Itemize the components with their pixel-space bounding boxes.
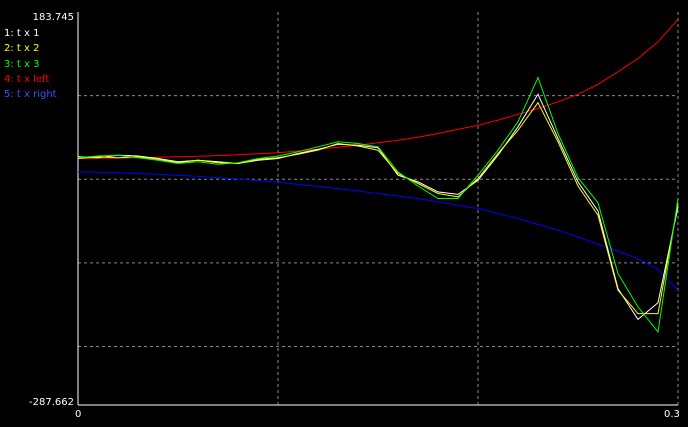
legend-entry-3: 3: t x 3 [4, 58, 40, 70]
chart-plot [77, 12, 679, 406]
legend-entry-5: 5: t x right [4, 89, 57, 101]
x-tick-label-end: 0.3 [664, 409, 680, 420]
legend-entry-4: 4: t x left [4, 73, 50, 85]
y-tick-label-bottom: -287.662 [29, 397, 74, 408]
legend-entry-2: 2: t x 2 [4, 43, 40, 55]
legend-entry-1: 1: t x 1 [4, 28, 40, 39]
x-tick-label-start: 0 [75, 409, 82, 420]
legend: 1: t x 1 2: t x 2 3: t x 3 4: t x left 5… [4, 26, 57, 102]
y-tick-label-top: 183.745 [32, 12, 74, 23]
